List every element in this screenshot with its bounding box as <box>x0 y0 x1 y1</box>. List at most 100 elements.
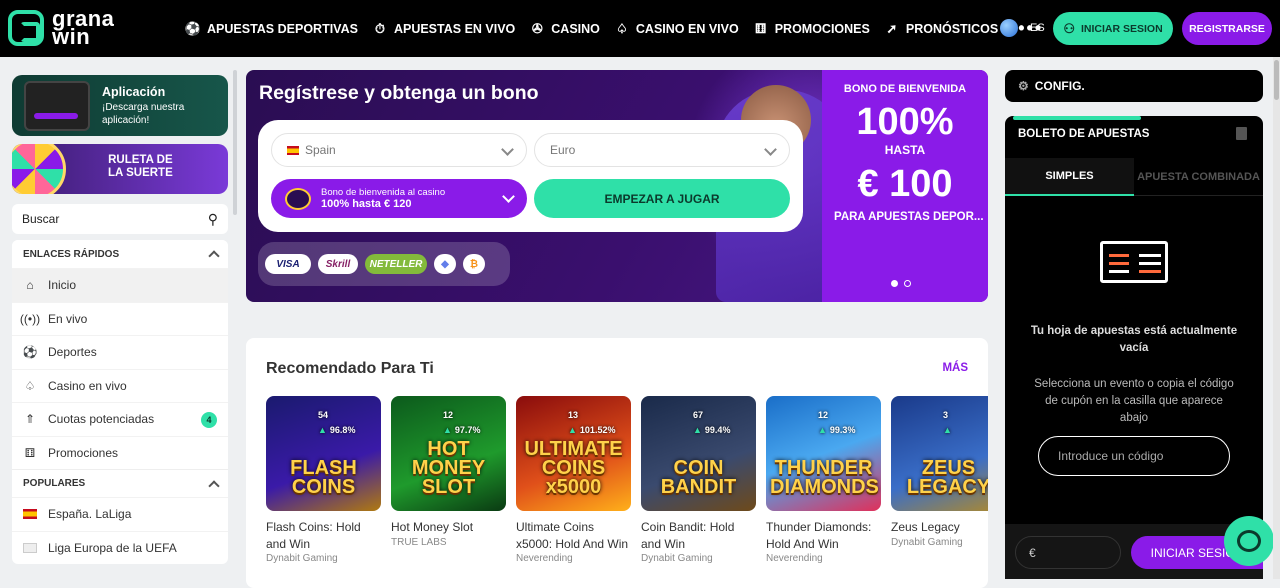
currency-select[interactable]: Euro <box>534 133 790 167</box>
game-card[interactable]: 13 ▲ 101.52% ULTIMATE COINS x5000 Ultimate… <box>516 396 631 564</box>
chevron-up-icon <box>208 479 220 492</box>
nav-predictions[interactable]: ➚ PRONÓSTICOS <box>884 21 998 37</box>
sidebar-item-sports[interactable]: ⚽ Deportes <box>12 335 228 369</box>
game-name[interactable]: Coin Bandit: Hold and Win <box>641 519 756 552</box>
chevron-down-icon <box>764 143 777 156</box>
cursor-icon: ➚ <box>886 20 898 36</box>
bonus-select[interactable]: Bono de bienvenida al casino 100% hasta … <box>271 179 527 218</box>
page-scrollbar-thumb[interactable] <box>1274 60 1279 100</box>
start-playing-button[interactable]: EMPEZAR A JUGAR <box>534 179 790 218</box>
chat-bubble-icon <box>1237 530 1261 552</box>
tab-singles[interactable]: SIMPLES <box>1005 158 1134 196</box>
game-rtp: 96.8% <box>329 425 356 435</box>
game-thumbnail[interactable]: 67 ▲ 99.4% COIN BANDIT <box>641 396 756 511</box>
welcome-bonus-percent: 100% <box>856 101 954 143</box>
register-button[interactable]: REGISTRARSE <box>1182 12 1272 45</box>
game-name[interactable]: Ultimate Coins x5000: Hold And Win <box>516 519 631 552</box>
trend-up-icon: ▲ <box>943 425 952 435</box>
game-provider: Dynabit Gaming <box>891 536 963 548</box>
game-name[interactable]: Hot Money Slot <box>391 519 506 536</box>
search-input[interactable]: Buscar ⚲ <box>12 204 228 234</box>
stake-input[interactable]: € <box>1015 536 1121 569</box>
roulette-wheel-icon <box>12 144 66 194</box>
bet-slip: BOLETO DE APUESTAS SIMPLES APUESTA COMBI… <box>1005 116 1263 579</box>
boost-icon: ⇑ <box>24 412 36 427</box>
gift-icon: ⚅ <box>24 445 36 460</box>
user-icon: ⚇ <box>1063 20 1075 36</box>
welcome-bonus-label: BONO DE BIENVENIDA <box>843 83 967 95</box>
game-stats: 12 ▲ 97.7% <box>443 408 480 438</box>
lucky-roulette-banner[interactable]: RULETA DE LA SUERTE <box>12 144 228 194</box>
nav-live-betting[interactable]: ⏱ APUESTAS EN VIVO <box>372 21 515 37</box>
app-download-card[interactable]: Aplicación ¡Descarga nuestra aplicación! <box>12 75 228 136</box>
game-player-count: 67 <box>693 410 704 420</box>
carousel-dot[interactable] <box>891 280 898 287</box>
soccer-ball-icon: ⚽ <box>22 345 38 360</box>
welcome-bonus-desc: PARA APUESTAS DEPOR... <box>834 211 984 223</box>
welcome-bonus-amount: € 100 <box>857 163 953 205</box>
trash-icon[interactable] <box>1236 127 1247 140</box>
popular-header[interactable]: POPULARES <box>12 469 228 497</box>
game-thumbnail[interactable]: 13 ▲ 101.52% ULTIMATE COINS x5000 <box>516 396 631 511</box>
signup-form-card: Spain Euro Bono de bienvenida al casino … <box>258 120 803 232</box>
registration-banner: Regístrese y obtenga un bono Spain Euro … <box>246 70 988 302</box>
game-name[interactable]: Flash Coins: Hold and Win <box>266 519 381 552</box>
config-button[interactable]: ⚙ CONFIG. <box>1005 70 1263 102</box>
game-name[interactable]: Thunder Diamonds: Hold And Win <box>766 519 881 552</box>
sidebar-item-boosted-odds[interactable]: ⇑ Cuotas potenciadas 4 <box>12 402 228 436</box>
live-casino-icon: ♤ <box>616 20 628 36</box>
sidebar-item-europa-league[interactable]: Liga Europa de la UEFA <box>12 530 228 565</box>
sidebar-item-live[interactable]: ((•)) En vivo <box>12 301 228 336</box>
bet-slip-title: BOLETO DE APUESTAS <box>1018 128 1150 140</box>
game-thumbnail[interactable]: 3 ▲ ZEUS LEGACY <box>891 396 988 511</box>
nav-promotions[interactable]: ⚅ PROMOCIONES <box>753 21 870 37</box>
game-thumbnail[interactable]: 12 ▲ 99.3% THUNDER DIAMONDS <box>766 396 881 511</box>
sidebar-item-live-casino[interactable]: ♤ Casino en vivo <box>12 368 228 403</box>
tab-combo[interactable]: APUESTA COMBINADA <box>1134 158 1263 196</box>
bonus-select-label: Bono de bienvenida al casino <box>321 187 446 198</box>
game-thumbnail[interactable]: 54 ▲ 96.8% FLASH COINS <box>266 396 381 511</box>
game-card[interactable]: 3 ▲ ZEUS LEGACY Zeus Legacy Dynabit Gamin… <box>891 396 988 564</box>
sidebar-scrollbar[interactable] <box>233 70 237 215</box>
casino-bonus-icon <box>285 187 311 210</box>
game-provider: Dynabit Gaming <box>266 553 338 564</box>
empty-slip-description: Selecciona un evento o copia el código d… <box>1034 378 1234 424</box>
granawin-logo[interactable]: grana win <box>8 8 148 48</box>
game-thumbnail[interactable]: 12 ▲ 97.7% HOT MONEY SLOT <box>391 396 506 511</box>
banner-title: Regístrese y obtenga un bono <box>259 82 539 104</box>
welcome-bonus-panel[interactable]: BONO DE BIENVENIDA 100% HASTA € 100 PARA… <box>822 70 988 302</box>
quick-links-header[interactable]: ENLACES RÁPIDOS <box>12 240 228 268</box>
game-name[interactable]: Zeus Legacy <box>891 519 988 536</box>
game-card[interactable]: 12 ▲ 99.3% THUNDER DIAMONDS Thunder Diamon… <box>766 396 881 564</box>
more-link[interactable]: MÁS <box>942 362 968 374</box>
game-card[interactable]: 54 ▲ 96.8% FLASH COINS Flash Coins: Hold a… <box>266 396 381 564</box>
chat-button[interactable] <box>1224 516 1274 566</box>
quick-links-panel: ENLACES RÁPIDOS ⌂ Inicio ((•)) En vivo ⚽ De… <box>12 240 228 564</box>
game-thumbnail-title: ZEUS LEGACY <box>906 457 988 498</box>
sidebar-item-home[interactable]: ⌂ Inicio <box>12 268 228 302</box>
sidebar-item-laliga[interactable]: España. LaLiga <box>12 497 228 531</box>
roulette-title-line2: LA SUERTE <box>108 167 173 179</box>
coupon-code-input[interactable]: Introduce un código <box>1038 436 1230 476</box>
game-card[interactable]: 67 ▲ 99.4% COIN BANDIT Coin Bandit: Hold a… <box>641 396 756 564</box>
carousel-dot[interactable] <box>904 280 911 287</box>
live-stopwatch-icon: ⏱ <box>374 20 386 36</box>
home-icon: ⌂ <box>26 278 34 293</box>
page-scrollbar[interactable] <box>1273 57 1280 579</box>
game-card[interactable]: 12 ▲ 97.7% HOT MONEY SLOT Hot Money Slot T… <box>391 396 506 564</box>
nav-live-casino[interactable]: ♤ CASINO EN VIVO <box>614 21 739 37</box>
country-select[interactable]: Spain <box>271 133 527 167</box>
nav-sports-betting[interactable]: ⚽ APUESTAS DEPORTIVAS <box>185 21 358 37</box>
soccer-ball-icon: ⚽ <box>184 20 202 36</box>
logo-mark-icon <box>8 10 44 46</box>
language-selector[interactable]: ES <box>1000 19 1045 37</box>
section-title: Recomendado Para Ti <box>266 360 434 377</box>
recommended-section: Recomendado Para Ti MÁS 54 ▲ 96.8% FLASH C… <box>246 338 988 588</box>
sidebar-item-promotions[interactable]: ⚅ Promociones <box>12 435 228 470</box>
login-button[interactable]: ⚇ INICIAR SESION <box>1053 12 1173 45</box>
trend-up-icon: ▲ <box>443 425 452 435</box>
game-rtp: 99.3% <box>829 425 856 435</box>
roulette-title-line1: RULETA DE <box>108 154 173 166</box>
nav-casino[interactable]: ✇ CASINO <box>529 21 600 37</box>
neteller-icon: NETELLER <box>365 254 427 274</box>
